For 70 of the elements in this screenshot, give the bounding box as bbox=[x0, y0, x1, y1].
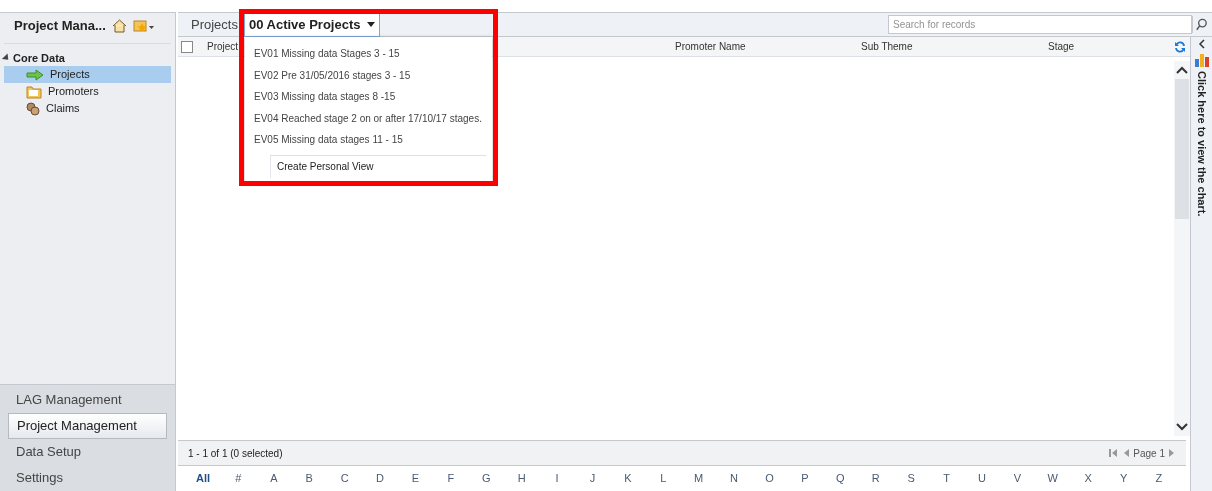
nav-item[interactable]: Projects bbox=[4, 66, 171, 83]
index-letter[interactable]: L bbox=[656, 470, 671, 487]
column-header[interactable]: Stage bbox=[1048, 39, 1174, 54]
index-letter[interactable]: Y bbox=[1116, 470, 1131, 487]
index-letter[interactable]: O bbox=[762, 470, 777, 487]
index-letter[interactable]: G bbox=[479, 470, 494, 487]
view-option[interactable]: EV05 Missing data stages 11 - 15 bbox=[245, 129, 492, 151]
scrollbar[interactable] bbox=[1174, 61, 1190, 436]
area-tab[interactable]: Data Setup bbox=[8, 439, 167, 465]
index-letter[interactable]: B bbox=[302, 470, 317, 487]
arrow-icon bbox=[26, 68, 44, 81]
column-header[interactable]: Promoter Name bbox=[675, 39, 861, 54]
sidebar-title: Project Mana... bbox=[14, 17, 106, 36]
collapse-icon[interactable] bbox=[1197, 39, 1206, 49]
nav-item[interactable]: Claims bbox=[4, 100, 171, 117]
search-icon[interactable] bbox=[1192, 16, 1210, 33]
select-all-checkbox[interactable] bbox=[181, 40, 193, 53]
index-letter[interactable]: Z bbox=[1151, 470, 1166, 487]
search-field[interactable]: Search for records bbox=[888, 15, 1192, 34]
caret-icon bbox=[366, 22, 375, 27]
create-view-option[interactable]: Create Personal View bbox=[270, 155, 492, 178]
first-page-icon[interactable] bbox=[1108, 448, 1119, 458]
record-count: 1 - 1 of 1 (0 selected) bbox=[188, 446, 283, 461]
view-option[interactable]: EV01 Missing data Stages 3 - 15 bbox=[245, 43, 492, 65]
index-letter[interactable]: X bbox=[1081, 470, 1096, 487]
refresh-icon[interactable] bbox=[1174, 40, 1186, 53]
home-icon[interactable] bbox=[111, 19, 127, 33]
area-tab[interactable]: Project Management bbox=[8, 413, 167, 439]
coins-icon bbox=[26, 101, 40, 116]
folder-icon bbox=[26, 84, 42, 99]
index-letter[interactable]: A bbox=[266, 470, 281, 487]
index-letter[interactable]: S bbox=[904, 470, 919, 487]
index-letter[interactable]: K bbox=[620, 470, 635, 487]
index-letter[interactable]: J bbox=[585, 470, 600, 487]
view-option[interactable]: EV04 Reached stage 2 on or after 17/10/17 stages. bbox=[245, 107, 492, 129]
index-letter[interactable]: R bbox=[868, 470, 883, 487]
index-letter[interactable]: C bbox=[337, 470, 352, 487]
index-letter[interactable]: U bbox=[974, 470, 989, 487]
view-option[interactable]: EV03 Missing data stages 8 -15 bbox=[245, 86, 492, 108]
view-option[interactable]: EV02 Pre 31/05/2016 stages 3 - 15 bbox=[245, 64, 492, 86]
page-label: Page 1 bbox=[1133, 446, 1165, 461]
index-letter[interactable]: P bbox=[797, 470, 812, 487]
scroll-up-icon[interactable] bbox=[1176, 65, 1188, 75]
chart-pane[interactable]: Click here to view the chart. bbox=[1190, 37, 1212, 491]
scroll-down-icon[interactable] bbox=[1176, 422, 1188, 432]
index-letter[interactable]: F bbox=[443, 470, 458, 487]
nav-item[interactable]: Promoters bbox=[4, 83, 171, 100]
entity-label: Projects bbox=[191, 15, 238, 34]
index-letter[interactable]: All bbox=[196, 470, 210, 487]
area-tab[interactable]: Settings bbox=[8, 465, 167, 491]
index-letter[interactable]: N bbox=[727, 470, 742, 487]
next-page-icon[interactable] bbox=[1168, 448, 1176, 458]
index-letter[interactable]: # bbox=[231, 470, 246, 487]
bar-chart-icon bbox=[1193, 53, 1210, 67]
index-letter[interactable]: H bbox=[514, 470, 529, 487]
index-letter[interactable]: M bbox=[691, 470, 706, 487]
group-label[interactable]: Core Data bbox=[13, 49, 65, 67]
index-letter[interactable]: E bbox=[408, 470, 423, 487]
index-letter[interactable]: V bbox=[1010, 470, 1025, 487]
index-letter[interactable]: T bbox=[939, 470, 954, 487]
view-selector[interactable]: 00 Active Projects bbox=[243, 12, 380, 37]
index-letter[interactable]: I bbox=[550, 470, 565, 487]
index-letter[interactable]: D bbox=[373, 470, 388, 487]
index-letter[interactable]: W bbox=[1045, 470, 1060, 487]
column-header[interactable]: Sub Theme bbox=[861, 39, 1048, 54]
area-tab[interactable]: LAG Management bbox=[8, 387, 167, 413]
previous-page-icon[interactable] bbox=[1122, 448, 1131, 458]
index-letter[interactable]: Q bbox=[833, 470, 848, 487]
favorites-icon[interactable] bbox=[132, 19, 155, 33]
chart-pane-label[interactable]: Click here to view the chart. bbox=[1193, 71, 1210, 217]
